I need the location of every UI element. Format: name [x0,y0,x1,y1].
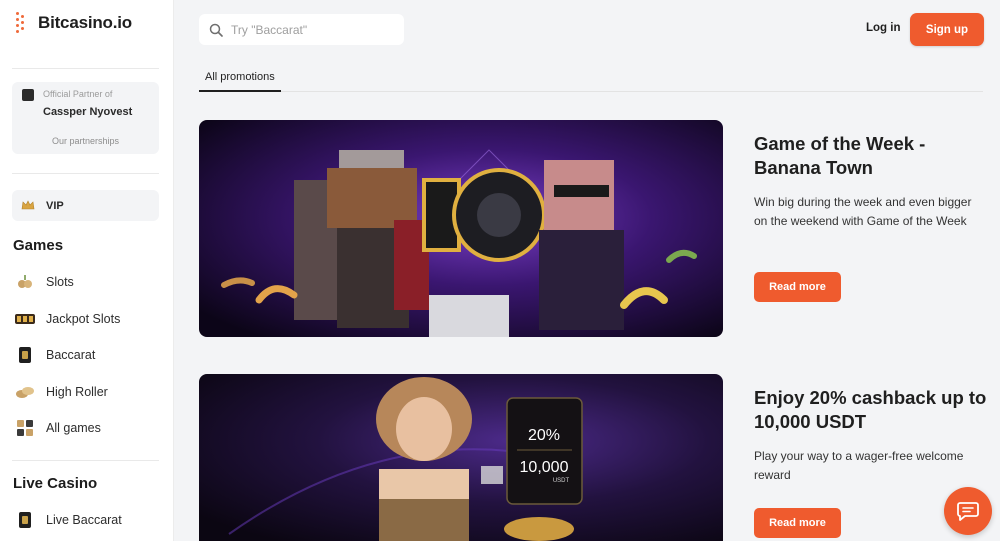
partnerships-link[interactable]: Our partnerships [12,136,159,146]
search-bar[interactable] [199,14,404,45]
promo-description: Win big during the week and even bigger … [754,195,972,228]
live-chat-button[interactable] [944,487,992,535]
cashback-currency: USDT [553,478,570,484]
all-games-icon [14,418,36,438]
jackpot-icon [14,309,36,329]
chat-bubble-icon [957,502,979,521]
sidebar-item-slots[interactable]: Slots [14,271,74,293]
live-casino-section-title: Live Casino [13,475,98,492]
promo-banner-banana-town[interactable] [199,120,723,337]
brand-logo[interactable]: Bitcasino.io [16,12,132,34]
sidebar-item-baccarat[interactable]: Baccarat [14,344,95,366]
sidebar-item-all-games[interactable]: All games [14,417,101,439]
sidebar: Bitcasino.io Official Partner of Cassper… [0,0,174,541]
read-more-button[interactable]: Read more [754,272,841,302]
banana-town-artwork [199,120,723,337]
search-icon [209,23,223,37]
divider [12,68,159,69]
search-input[interactable] [231,22,391,37]
sidebar-item-label: Live Baccarat [46,513,122,527]
tab-all-promotions[interactable]: All promotions [199,66,281,92]
partner-card: Official Partner of Cassper Nyovest Our … [12,82,159,154]
sidebar-item-vip[interactable]: VIP [12,190,159,221]
divider [12,460,159,461]
vip-label: VIP [46,199,64,212]
sidebar-item-jackpot-slots[interactable]: Jackpot Slots [14,308,120,330]
sidebar-item-label: Jackpot Slots [46,312,121,326]
promo-banner-cashback[interactable]: 20% 10,000 USDT [199,374,723,541]
promo-title: Game of the Week - Banana Town [754,133,926,178]
sidebar-item-label: All games [46,421,101,435]
sidebar-item-high-roller[interactable]: High Roller [14,381,108,403]
partner-kicker: Official Partner of [43,89,113,99]
sidebar-item-label: Slots [46,275,74,289]
sidebar-item-label: High Roller [46,385,108,399]
live-baccarat-icon [14,510,36,530]
baccarat-icon [14,345,36,365]
read-more-button[interactable]: Read more [754,508,841,538]
cashback-artwork: 20% 10,000 USDT [199,374,723,541]
games-section-title: Games [13,237,64,254]
promo-title: Enjoy 20% cashback up to 10,000 USDT [754,387,987,432]
promo-description: Play your way to a wager-free welcome re… [754,449,964,482]
promotion-tabs: All promotions [199,66,983,92]
divider [12,173,159,174]
sidebar-item-live-baccarat[interactable]: Live Baccarat [14,509,122,531]
slots-icon [14,272,36,292]
signup-button[interactable]: Sign up [910,13,984,46]
partner-name: Cassper Nyovest [43,106,133,118]
brand-name: Bitcasino.io [38,13,132,32]
crown-icon [21,200,35,210]
cashback-percent: 20% [528,427,560,444]
bitcasino-logo-icon [16,12,32,34]
high-roller-icon [14,382,36,402]
partner-flag-icon [22,89,34,101]
login-button[interactable]: Log in [866,22,901,34]
cashback-amount: 10,000 [520,459,569,476]
sidebar-item-label: Baccarat [46,348,96,362]
